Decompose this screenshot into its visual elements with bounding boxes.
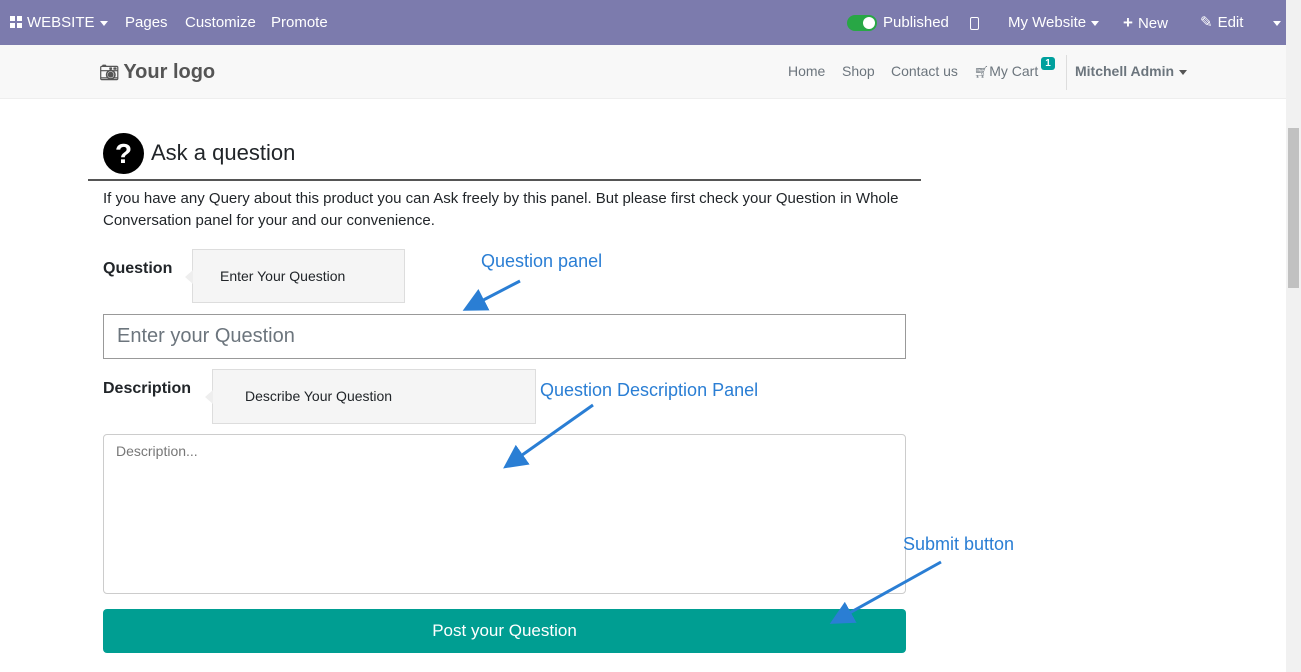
arrow-to-question-panel [462, 279, 521, 311]
arrow-to-description-panel [503, 403, 594, 469]
annotation-arrows [462, 279, 942, 624]
arrow-to-submit-button [829, 560, 942, 624]
